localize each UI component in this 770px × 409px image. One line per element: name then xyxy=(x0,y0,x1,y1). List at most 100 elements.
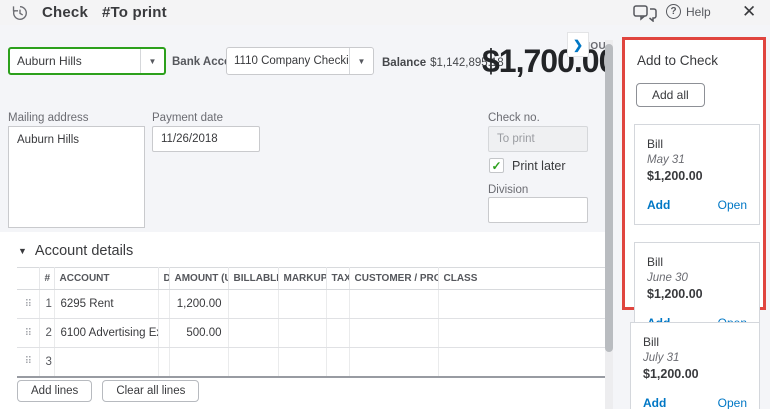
payee-value: Auburn Hills xyxy=(10,54,140,68)
class-cell[interactable] xyxy=(438,319,605,348)
col-handle xyxy=(17,268,39,290)
class-cell[interactable] xyxy=(438,290,605,319)
add-all-button[interactable]: Add all xyxy=(636,83,705,107)
payee-select[interactable]: Auburn Hills ▼ xyxy=(8,47,166,75)
payment-date-field[interactable] xyxy=(152,126,260,152)
print-later-label: Print later xyxy=(512,159,566,173)
row-num: 1 xyxy=(39,290,54,319)
col-class: CLASS xyxy=(438,268,605,290)
tax-cell[interactable] xyxy=(326,348,349,377)
vertical-scrollbar[interactable] xyxy=(605,40,613,409)
row-drag-handle[interactable]: ⠿ xyxy=(17,319,39,348)
page-title: Check xyxy=(42,4,88,21)
tax-cell[interactable] xyxy=(326,319,349,348)
bill-type: Bill xyxy=(647,255,747,269)
topbar: Check #To print ? Help ✕ xyxy=(0,0,770,25)
markup-cell[interactable] xyxy=(278,348,326,377)
check-no-label: Check no. xyxy=(488,112,540,124)
amount-cell[interactable] xyxy=(169,348,228,377)
description-cell[interactable] xyxy=(158,348,169,377)
feedback-bubbles-icon[interactable] xyxy=(633,5,657,22)
print-later-checkbox[interactable]: ✓ xyxy=(489,158,504,173)
account-cell[interactable] xyxy=(54,348,158,377)
customer-cell[interactable] xyxy=(349,348,438,377)
class-cell[interactable] xyxy=(438,348,605,377)
account-cell[interactable]: 6100 Advertising Expense xyxy=(54,319,158,348)
chevron-down-icon[interactable]: ▼ xyxy=(349,48,373,74)
question-icon: ? xyxy=(666,4,681,19)
markup-cell[interactable] xyxy=(278,290,326,319)
check-no-field[interactable] xyxy=(488,126,588,152)
history-clock-icon[interactable] xyxy=(11,4,29,22)
help-button[interactable]: ? Help xyxy=(666,4,711,19)
table-row[interactable]: ⠿ 2 6100 Advertising Expense 500.00 xyxy=(17,319,605,348)
close-icon[interactable]: ✕ xyxy=(742,2,756,22)
clear-all-lines-button[interactable]: Clear all lines xyxy=(102,380,199,402)
bill-date: July 31 xyxy=(643,352,747,364)
red-highlight-box: Add to Check Add all Bill May 31 $1,200.… xyxy=(622,37,766,310)
section-title: Account details xyxy=(35,243,133,259)
bank-account-value: 1110 Company Checking Accour xyxy=(227,55,349,67)
bill-amount: $1,200.00 xyxy=(647,169,747,183)
division-label: Division xyxy=(488,184,528,196)
bill-type: Bill xyxy=(647,137,747,151)
col-amount: AMOUNT (USD) xyxy=(169,268,228,290)
table-row[interactable]: ⠿ 1 6295 Rent 1,200.00 xyxy=(17,290,605,319)
account-cell[interactable]: 6295 Rent xyxy=(54,290,158,319)
col-customer: CUSTOMER / PROJECT xyxy=(349,268,438,290)
billable-cell[interactable] xyxy=(228,290,278,319)
row-drag-handle[interactable]: ⠿ xyxy=(17,348,39,377)
bill-amount: $1,200.00 xyxy=(647,287,747,301)
add-lines-button[interactable]: Add lines xyxy=(17,380,92,402)
row-drag-handle[interactable]: ⠿ xyxy=(17,290,39,319)
print-later-row: ✓ Print later xyxy=(489,158,566,173)
amount-cell[interactable]: 500.00 xyxy=(169,319,228,348)
customer-cell[interactable] xyxy=(349,290,438,319)
account-details-section: ▼ Account details # ACCOUNT DE AMOUNT (U… xyxy=(0,232,606,409)
balance-label: Balance xyxy=(382,57,426,69)
add-to-check-panel: Add to Check Add all Bill May 31 $1,200.… xyxy=(613,25,770,409)
table-row[interactable]: ⠿ 3 xyxy=(17,348,605,377)
bill-date: May 31 xyxy=(647,154,747,166)
scrollbar-thumb[interactable] xyxy=(605,44,613,352)
col-tax: TAX xyxy=(326,268,349,290)
description-cell[interactable] xyxy=(158,290,169,319)
col-description: DE xyxy=(158,268,169,290)
bill-amount: $1,200.00 xyxy=(643,367,747,381)
col-num: # xyxy=(39,268,54,290)
row-num: 2 xyxy=(39,319,54,348)
col-markup: MARKUP % xyxy=(278,268,326,290)
bank-account-select[interactable]: 1110 Company Checking Accour ▼ xyxy=(226,47,374,75)
chevron-down-icon[interactable]: ▼ xyxy=(140,49,164,73)
markup-cell[interactable] xyxy=(278,319,326,348)
chevron-right-icon[interactable]: ❯ xyxy=(567,32,589,57)
col-billable: BILLABLE xyxy=(228,268,278,290)
mailing-address-label: Mailing address xyxy=(8,112,89,124)
panel-title: Add to Check xyxy=(637,53,757,68)
row-num: 3 xyxy=(39,348,54,377)
help-label: Help xyxy=(686,5,711,19)
amount-cell[interactable]: 1,200.00 xyxy=(169,290,228,319)
customer-cell[interactable] xyxy=(349,319,438,348)
col-account: ACCOUNT xyxy=(54,268,158,290)
account-details-header[interactable]: ▼ Account details xyxy=(18,243,133,259)
account-details-table: # ACCOUNT DE AMOUNT (USD) BILLABLE MARKU… xyxy=(17,267,605,378)
bill-open-link[interactable]: Open xyxy=(718,198,747,212)
billable-cell[interactable] xyxy=(228,319,278,348)
description-cell[interactable] xyxy=(158,319,169,348)
tax-cell[interactable] xyxy=(326,290,349,319)
bill-type: Bill xyxy=(643,335,747,349)
bill-add-link[interactable]: Add xyxy=(647,198,670,212)
billable-cell[interactable] xyxy=(228,348,278,377)
table-header-row: # ACCOUNT DE AMOUNT (USD) BILLABLE MARKU… xyxy=(17,268,605,290)
disclosure-triangle-icon[interactable]: ▼ xyxy=(18,246,27,256)
bill-open-link[interactable]: Open xyxy=(718,396,747,409)
bill-card: Bill July 31 $1,200.00 Add Open xyxy=(630,322,760,409)
bill-date: June 30 xyxy=(647,272,747,284)
division-field[interactable] xyxy=(488,197,588,223)
bill-add-link[interactable]: Add xyxy=(643,396,666,409)
check-form-header: Auburn Hills ▼ Bank Account 1110 Company… xyxy=(0,25,606,232)
payment-date-label: Payment date xyxy=(152,112,223,124)
mailing-address-field[interactable]: Auburn Hills xyxy=(8,126,145,228)
bill-card: Bill May 31 $1,200.00 Add Open xyxy=(634,124,760,225)
